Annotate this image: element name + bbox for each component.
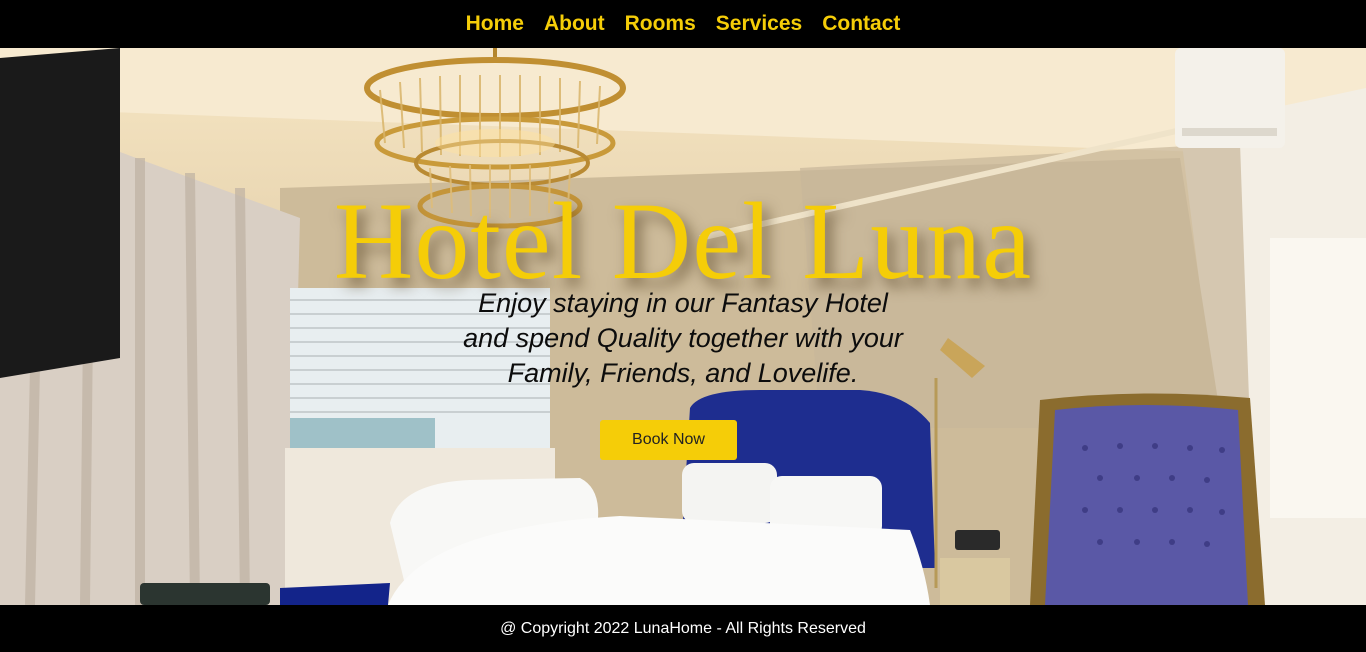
- nav-link-services[interactable]: Services: [716, 12, 802, 36]
- footer: @ Copyright 2022 LunaHome - All Rights R…: [0, 605, 1366, 652]
- hero-subtitle: Enjoy staying in our Fantasy Hotel and s…: [0, 286, 1366, 391]
- hero-subtitle-line-1: Enjoy staying in our Fantasy Hotel: [478, 288, 888, 318]
- nav-link-contact[interactable]: Contact: [822, 12, 900, 36]
- hero-subtitle-line-3: Family, Friends, and Lovelife.: [507, 358, 859, 388]
- top-navbar: Home About Rooms Services Contact: [0, 0, 1366, 48]
- book-now-button[interactable]: Book Now: [600, 420, 737, 460]
- nav-link-home[interactable]: Home: [466, 12, 524, 36]
- nav-link-rooms[interactable]: Rooms: [625, 12, 696, 36]
- hero-subtitle-line-2: and spend Quality together with your: [463, 323, 903, 353]
- hero-section: Hotel Del Luna Enjoy staying in our Fant…: [0, 48, 1366, 605]
- nav-link-about[interactable]: About: [544, 12, 605, 36]
- copyright-text: @ Copyright 2022 LunaHome - All Rights R…: [500, 619, 866, 637]
- hero-title: Hotel Del Luna: [333, 180, 1033, 302]
